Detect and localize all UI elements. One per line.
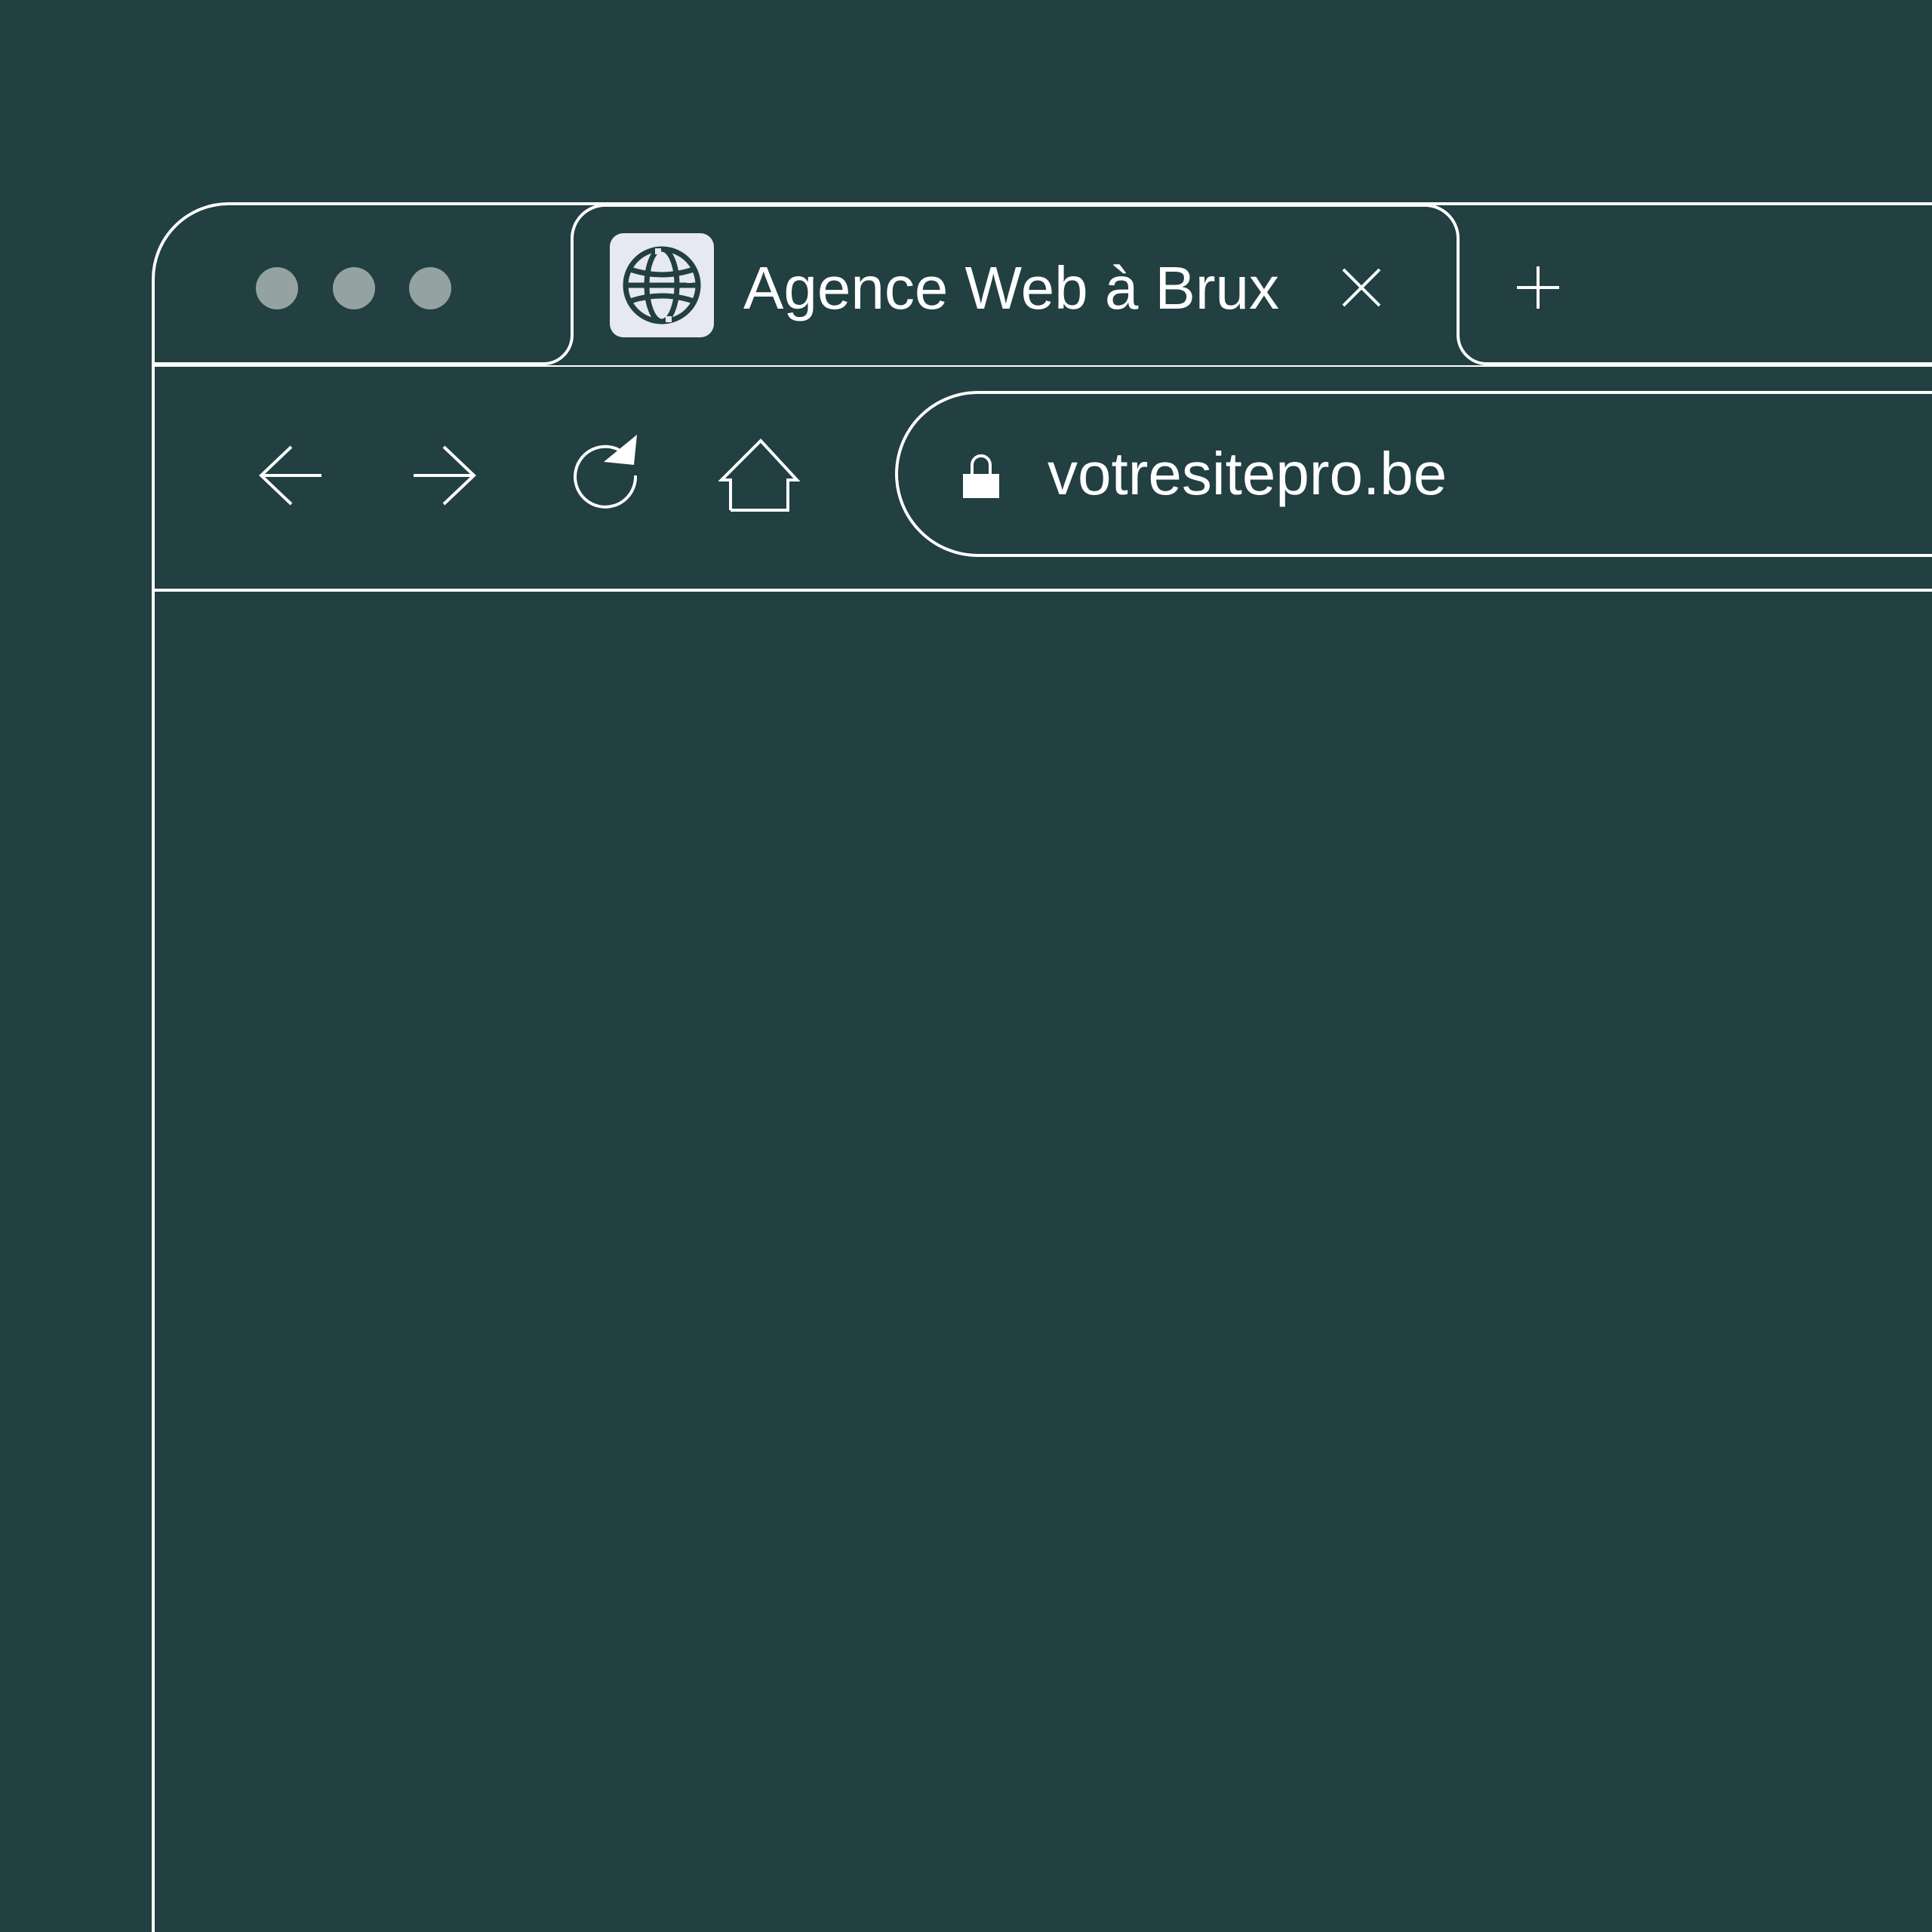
plus-icon[interactable] bbox=[1517, 266, 1559, 309]
lock-icon bbox=[961, 451, 1001, 500]
reload-icon[interactable] bbox=[568, 432, 646, 510]
arrow-left-icon[interactable] bbox=[257, 444, 325, 507]
window-dot-close[interactable] bbox=[256, 267, 298, 309]
window-dot-minimize[interactable] bbox=[333, 267, 375, 309]
home-icon[interactable] bbox=[718, 438, 801, 512]
tab-title: Agence Web à Brux bbox=[743, 254, 1280, 321]
url-input[interactable]: votresitepro.be bbox=[1048, 436, 1447, 512]
window-dot-maximize[interactable] bbox=[409, 267, 451, 309]
arrow-right-icon[interactable] bbox=[411, 444, 478, 507]
close-icon[interactable] bbox=[1342, 268, 1381, 307]
tab-strip-baseline-left bbox=[153, 204, 606, 365]
globe-icon bbox=[610, 233, 714, 337]
